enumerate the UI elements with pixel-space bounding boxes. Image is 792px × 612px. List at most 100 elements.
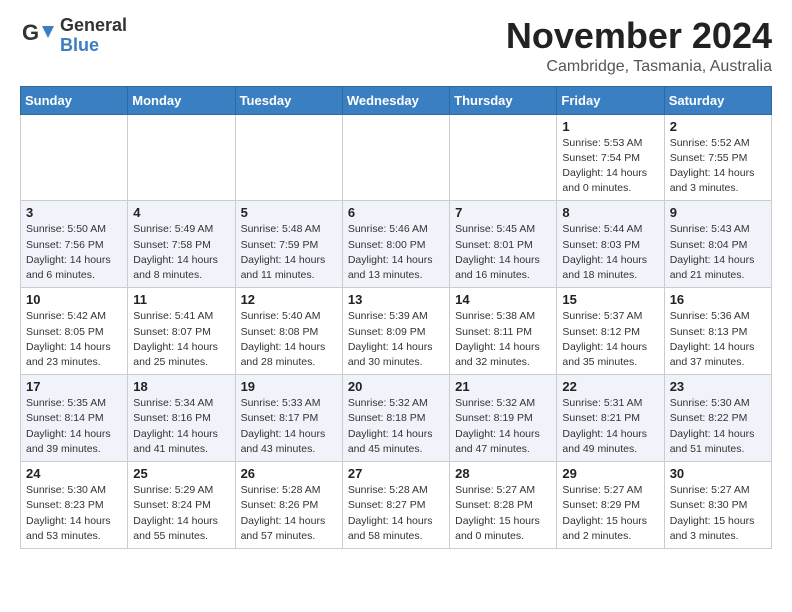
day-info: Sunrise: 5:28 AM Sunset: 8:26 PM Dayligh… — [241, 483, 337, 544]
day-number: 19 — [241, 379, 337, 394]
calendar-cell: 7 Sunrise: 5:45 AM Sunset: 8:01 PM Daylig… — [450, 201, 557, 288]
weekday-header-thursday: Thursday — [450, 86, 557, 114]
day-number: 3 — [26, 205, 122, 220]
logo-blue: Blue — [60, 36, 127, 56]
day-info: Sunrise: 5:32 AM Sunset: 8:19 PM Dayligh… — [455, 396, 551, 457]
calendar-cell: 25Sunrise: 5:29 AM Sunset: 8:24 PM Dayli… — [128, 462, 235, 549]
calendar-cell: 28Sunrise: 5:27 AM Sunset: 8:28 PM Dayli… — [450, 462, 557, 549]
weekday-header-row: SundayMondayTuesdayWednesdayThursdayFrid… — [21, 86, 772, 114]
calendar: SundayMondayTuesdayWednesdayThursdayFrid… — [20, 86, 772, 549]
calendar-cell — [235, 114, 342, 201]
calendar-cell: 2 Sunrise: 5:52 AM Sunset: 7:55 PM Daylig… — [664, 114, 771, 201]
day-number: 1 — [562, 119, 658, 134]
calendar-week-row: 3 Sunrise: 5:50 AM Sunset: 7:56 PM Daylig… — [21, 201, 772, 288]
logo: G General Blue — [20, 16, 127, 56]
location-title: Cambridge, Tasmania, Australia — [506, 58, 772, 76]
svg-text:G: G — [22, 20, 39, 45]
day-number: 9 — [670, 205, 766, 220]
day-info: Sunrise: 5:43 AM Sunset: 8:04 PM Dayligh… — [670, 222, 766, 283]
day-info: Sunrise: 5:50 AM Sunset: 7:56 PM Dayligh… — [26, 222, 122, 283]
calendar-cell: 11 Sunrise: 5:41 AM Sunset: 8:07 PM Dayli… — [128, 288, 235, 375]
day-info: Sunrise: 5:36 AM Sunset: 8:13 PM Dayligh… — [670, 309, 766, 370]
day-info: Sunrise: 5:31 AM Sunset: 8:21 PM Dayligh… — [562, 396, 658, 457]
day-info: Sunrise: 5:30 AM Sunset: 8:23 PM Dayligh… — [26, 483, 122, 544]
day-number: 25 — [133, 466, 229, 481]
calendar-cell: 21 Sunrise: 5:32 AM Sunset: 8:19 PM Dayli… — [450, 375, 557, 462]
day-number: 7 — [455, 205, 551, 220]
calendar-week-row: 1Sunrise: 5:53 AM Sunset: 7:54 PM Daylig… — [21, 114, 772, 201]
logo-general: General — [60, 16, 127, 36]
day-info: Sunrise: 5:48 AM Sunset: 7:59 PM Dayligh… — [241, 222, 337, 283]
weekday-header-wednesday: Wednesday — [342, 86, 449, 114]
calendar-cell: 12 Sunrise: 5:40 AM Sunset: 8:08 PM Dayli… — [235, 288, 342, 375]
day-info: Sunrise: 5:49 AM Sunset: 7:58 PM Dayligh… — [133, 222, 229, 283]
day-number: 18 — [133, 379, 229, 394]
calendar-cell: 26Sunrise: 5:28 AM Sunset: 8:26 PM Dayli… — [235, 462, 342, 549]
day-info: Sunrise: 5:45 AM Sunset: 8:01 PM Dayligh… — [455, 222, 551, 283]
calendar-cell: 8Sunrise: 5:44 AM Sunset: 8:03 PM Daylig… — [557, 201, 664, 288]
calendar-cell: 14 Sunrise: 5:38 AM Sunset: 8:11 PM Dayli… — [450, 288, 557, 375]
day-number: 4 — [133, 205, 229, 220]
day-info: Sunrise: 5:33 AM Sunset: 8:17 PM Dayligh… — [241, 396, 337, 457]
day-info: Sunrise: 5:37 AM Sunset: 8:12 PM Dayligh… — [562, 309, 658, 370]
day-number: 17 — [26, 379, 122, 394]
day-info: Sunrise: 5:52 AM Sunset: 7:55 PM Dayligh… — [670, 136, 766, 197]
calendar-cell: 19 Sunrise: 5:33 AM Sunset: 8:17 PM Dayli… — [235, 375, 342, 462]
day-info: Sunrise: 5:28 AM Sunset: 8:27 PM Dayligh… — [348, 483, 444, 544]
day-number: 5 — [241, 205, 337, 220]
day-number: 14 — [455, 292, 551, 307]
day-info: Sunrise: 5:40 AM Sunset: 8:08 PM Dayligh… — [241, 309, 337, 370]
weekday-header-saturday: Saturday — [664, 86, 771, 114]
day-info: Sunrise: 5:41 AM Sunset: 8:07 PM Dayligh… — [133, 309, 229, 370]
day-info: Sunrise: 5:39 AM Sunset: 8:09 PM Dayligh… — [348, 309, 444, 370]
day-number: 21 — [455, 379, 551, 394]
header: G General Blue November 2024 Cambridge, … — [20, 16, 772, 76]
day-number: 29 — [562, 466, 658, 481]
calendar-cell: 24 Sunrise: 5:30 AM Sunset: 8:23 PM Dayli… — [21, 462, 128, 549]
calendar-week-row: 24 Sunrise: 5:30 AM Sunset: 8:23 PM Dayli… — [21, 462, 772, 549]
calendar-cell: 4 Sunrise: 5:49 AM Sunset: 7:58 PM Daylig… — [128, 201, 235, 288]
calendar-cell: 17Sunrise: 5:35 AM Sunset: 8:14 PM Dayli… — [21, 375, 128, 462]
logo-text: General Blue — [60, 16, 127, 56]
day-info: Sunrise: 5:38 AM Sunset: 8:11 PM Dayligh… — [455, 309, 551, 370]
day-info: Sunrise: 5:42 AM Sunset: 8:05 PM Dayligh… — [26, 309, 122, 370]
day-info: Sunrise: 5:30 AM Sunset: 8:22 PM Dayligh… — [670, 396, 766, 457]
calendar-cell: 22 Sunrise: 5:31 AM Sunset: 8:21 PM Dayli… — [557, 375, 664, 462]
day-number: 10 — [26, 292, 122, 307]
day-number: 24 — [26, 466, 122, 481]
day-number: 27 — [348, 466, 444, 481]
weekday-header-friday: Friday — [557, 86, 664, 114]
calendar-cell — [128, 114, 235, 201]
calendar-cell: 20Sunrise: 5:32 AM Sunset: 8:18 PM Dayli… — [342, 375, 449, 462]
title-block: November 2024 Cambridge, Tasmania, Austr… — [506, 16, 772, 76]
calendar-cell: 10 Sunrise: 5:42 AM Sunset: 8:05 PM Dayli… — [21, 288, 128, 375]
day-number: 6 — [348, 205, 444, 220]
calendar-cell: 23 Sunrise: 5:30 AM Sunset: 8:22 PM Dayli… — [664, 375, 771, 462]
calendar-cell: 15Sunrise: 5:37 AM Sunset: 8:12 PM Dayli… — [557, 288, 664, 375]
calendar-cell: 1Sunrise: 5:53 AM Sunset: 7:54 PM Daylig… — [557, 114, 664, 201]
day-number: 12 — [241, 292, 337, 307]
calendar-cell: 6 Sunrise: 5:46 AM Sunset: 8:00 PM Daylig… — [342, 201, 449, 288]
calendar-cell — [450, 114, 557, 201]
calendar-cell: 27 Sunrise: 5:28 AM Sunset: 8:27 PM Dayli… — [342, 462, 449, 549]
weekday-header-tuesday: Tuesday — [235, 86, 342, 114]
day-number: 13 — [348, 292, 444, 307]
calendar-cell: 9 Sunrise: 5:43 AM Sunset: 8:04 PM Daylig… — [664, 201, 771, 288]
calendar-cell — [342, 114, 449, 201]
day-info: Sunrise: 5:34 AM Sunset: 8:16 PM Dayligh… — [133, 396, 229, 457]
day-info: Sunrise: 5:46 AM Sunset: 8:00 PM Dayligh… — [348, 222, 444, 283]
calendar-cell: 30Sunrise: 5:27 AM Sunset: 8:30 PM Dayli… — [664, 462, 771, 549]
day-number: 23 — [670, 379, 766, 394]
day-number: 2 — [670, 119, 766, 134]
day-info: Sunrise: 5:27 AM Sunset: 8:29 PM Dayligh… — [562, 483, 658, 544]
calendar-cell — [21, 114, 128, 201]
calendar-cell: 29 Sunrise: 5:27 AM Sunset: 8:29 PM Dayli… — [557, 462, 664, 549]
calendar-cell: 16 Sunrise: 5:36 AM Sunset: 8:13 PM Dayli… — [664, 288, 771, 375]
logo-icon: G — [20, 18, 56, 54]
month-title: November 2024 — [506, 16, 772, 56]
day-number: 22 — [562, 379, 658, 394]
day-number: 11 — [133, 292, 229, 307]
day-info: Sunrise: 5:27 AM Sunset: 8:30 PM Dayligh… — [670, 483, 766, 544]
day-number: 20 — [348, 379, 444, 394]
day-number: 16 — [670, 292, 766, 307]
